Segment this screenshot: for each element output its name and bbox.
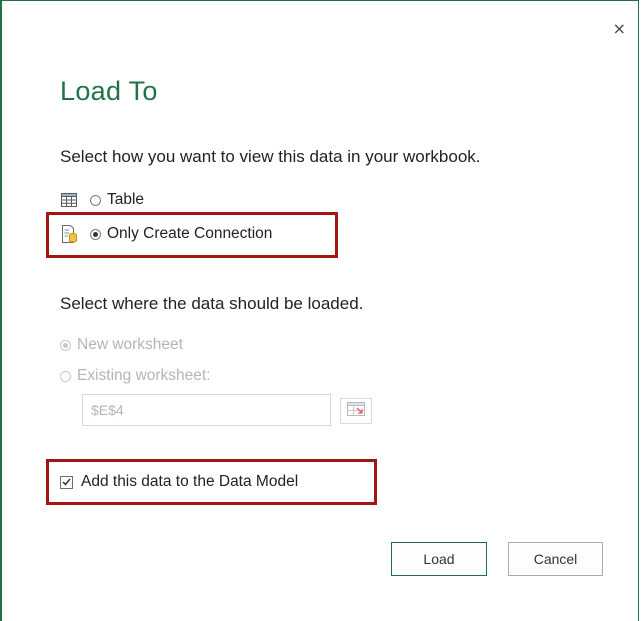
table-label: Table (107, 191, 145, 208)
option-new-worksheet[interactable]: New worksheet (60, 336, 183, 354)
collapse-dialog-icon (347, 401, 365, 421)
load-button[interactable]: Load (391, 542, 487, 576)
data-model-label: Add this data to the Data Model (81, 473, 299, 490)
checkmark-icon (62, 478, 71, 486)
data-model-option[interactable]: Add this data to the Data Model (60, 473, 298, 491)
existing-worksheet-label: Existing worksheet: (77, 367, 211, 384)
load-to-dialog: × Load To Select how you want to view th… (0, 0, 639, 621)
cell-reference-input[interactable]: $E$4 (82, 394, 331, 426)
new-worksheet-radio[interactable] (60, 339, 71, 351)
option-existing-worksheet[interactable]: Existing worksheet: (60, 367, 211, 385)
view-prompt: Select how you want to view this data in… (60, 147, 481, 166)
table-icon (60, 192, 78, 208)
connection-label: Only Create Connection (107, 225, 273, 242)
option-table[interactable]: Table (60, 191, 144, 209)
connection-radio[interactable] (90, 228, 101, 240)
table-radio[interactable] (90, 194, 101, 206)
close-icon[interactable]: × (613, 21, 626, 37)
existing-worksheet-radio[interactable] (60, 370, 71, 382)
location-prompt: Select where the data should be loaded. (60, 294, 364, 313)
option-only-create-connection[interactable]: Only Create Connection (60, 225, 272, 243)
cancel-button[interactable]: Cancel (508, 542, 603, 576)
dialog-title: Load To (60, 76, 158, 106)
connection-icon (60, 225, 78, 243)
range-select-button[interactable] (340, 398, 372, 424)
data-model-checkbox[interactable] (60, 475, 73, 489)
new-worksheet-label: New worksheet (77, 336, 183, 353)
